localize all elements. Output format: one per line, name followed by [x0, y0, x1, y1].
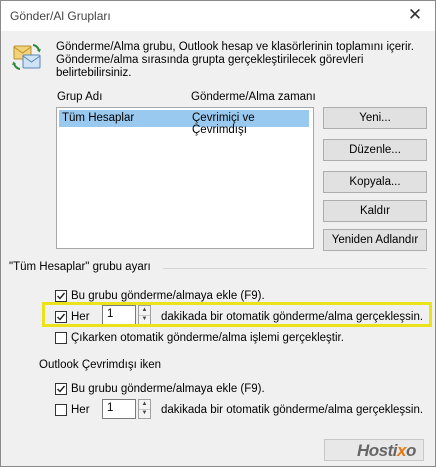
online-include-checkbox[interactable]	[55, 290, 67, 302]
send-receive-groups-dialog: Gönder/Al Grupları ✕ Gönderme/Alma grubu…	[0, 0, 436, 467]
dialog-title: Gönder/Al Grupları	[10, 9, 111, 23]
column-group-name: Grup Adı	[57, 91, 103, 103]
dialog-description: Gönderme/Alma grubu, Outlook hesap ve kl…	[56, 41, 414, 79]
title-bar: Gönder/Al Grupları ✕	[1, 1, 435, 31]
offline-minutes-input[interactable]: 1	[102, 399, 136, 419]
online-include-label: Bu grubu gönderme/almaya ekle (F9).	[71, 290, 265, 302]
list-item[interactable]: Tüm Hesaplar Çevrimiçi ve Çevrimdışı	[59, 110, 309, 136]
highlight-box	[42, 302, 432, 327]
close-icon[interactable]: ✕	[403, 4, 427, 26]
groups-list[interactable]: Tüm Hesaplar Çevrimiçi ve Çevrimdışı	[56, 107, 314, 249]
offline-every-label: Her	[71, 404, 90, 416]
edit-button[interactable]: Düzenle...	[323, 139, 427, 161]
offline-every-suffix: dakikada bir otomatik gönderme/alma gerç…	[161, 404, 424, 416]
copy-button[interactable]: Kopyala...	[323, 171, 427, 193]
offline-section-title: Outlook Çevrimdışı iken	[39, 359, 162, 371]
online-exit-checkbox[interactable]	[55, 332, 67, 344]
remove-button[interactable]: Kaldır	[323, 200, 427, 222]
column-send-receive-time: Gönderme/Alma zamanı	[191, 91, 316, 103]
offline-every-checkbox[interactable]	[55, 404, 67, 416]
new-button[interactable]: Yeni...	[323, 107, 427, 129]
group-name-cell: Tüm Hesaplar	[62, 112, 135, 124]
watermark-logo: Hostixo	[357, 441, 416, 460]
online-section-title: "Tüm Hesaplar" grubu ayarı	[9, 261, 151, 273]
offline-include-checkbox[interactable]	[55, 383, 67, 395]
send-receive-icon	[11, 41, 43, 73]
offline-minutes-spinner[interactable]: ▲ ▼	[138, 399, 151, 419]
spin-down-icon[interactable]: ▼	[139, 409, 150, 418]
online-exit-label: Çıkarken otomatik gönderme/alma işlemi g…	[71, 332, 344, 344]
section-divider	[163, 268, 427, 269]
offline-include-label: Bu grubu gönderme/almaya ekle (F9).	[71, 383, 265, 395]
group-time-cell: Çevrimiçi ve Çevrimdışı	[192, 112, 255, 136]
rename-button[interactable]: Yeniden Adlandır	[323, 229, 427, 251]
